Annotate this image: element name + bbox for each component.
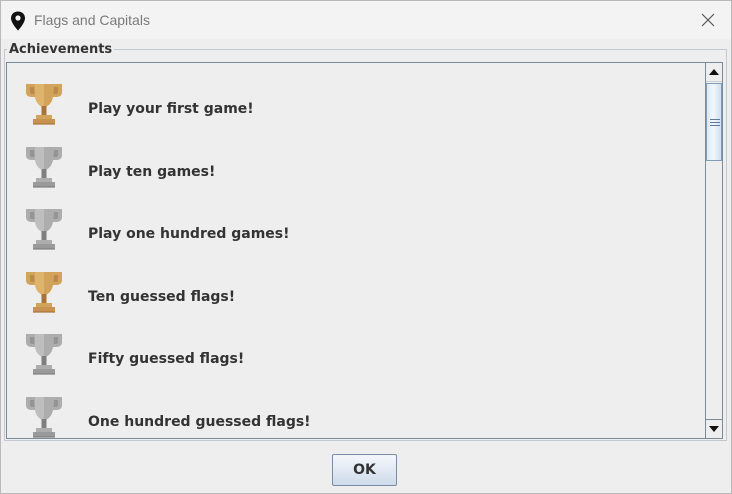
- trophy-icon: [26, 84, 62, 125]
- scroll-up-button[interactable]: [706, 63, 722, 82]
- achievement-label: Ten guessed flags!: [88, 288, 236, 305]
- achievement-row: Play one hundred games!: [7, 195, 705, 257]
- ok-button[interactable]: OK: [332, 454, 397, 486]
- achievement-row: Play your first game!: [7, 70, 705, 132]
- scroll-thumb[interactable]: [706, 83, 722, 161]
- dialog-window: Flags and Capitals Achievements Play you…: [0, 0, 732, 494]
- achievements-list[interactable]: Play your first game! Play ten games! Play…: [6, 62, 705, 439]
- close-icon: [701, 13, 715, 27]
- grip-icon: [710, 119, 720, 126]
- achievement-label: Play your first game!: [88, 101, 254, 117]
- scroll-down-button[interactable]: [706, 419, 722, 438]
- window-title: Flags and Capitals: [34, 12, 150, 28]
- group-title: Achievements: [7, 42, 115, 57]
- achievement-row: Fifty guessed flags!: [7, 320, 705, 382]
- achievement-label: Play one hundred games!: [88, 226, 290, 242]
- achievement-row: Ten guessed flags!: [7, 258, 705, 320]
- trophy-icon: [26, 396, 62, 438]
- map-pin-icon: [11, 11, 25, 31]
- close-button[interactable]: [685, 1, 731, 39]
- achievement-row: Play ten games!: [7, 133, 705, 195]
- achievement-label: One hundred guessed flags!: [88, 413, 311, 430]
- achievement-label: Play ten games!: [88, 163, 216, 180]
- trophy-icon: [26, 146, 62, 188]
- achievement-label: Fifty guessed flags!: [88, 351, 245, 367]
- arrow-down-icon: [709, 426, 719, 432]
- achievement-row: One hundred guessed flags!: [7, 383, 705, 439]
- vertical-scrollbar[interactable]: [705, 62, 723, 439]
- arrow-up-icon: [709, 69, 719, 75]
- trophy-icon: [26, 334, 62, 375]
- trophy-icon: [26, 271, 62, 313]
- title-bar[interactable]: Flags and Capitals: [1, 1, 731, 39]
- trophy-icon: [26, 209, 62, 250]
